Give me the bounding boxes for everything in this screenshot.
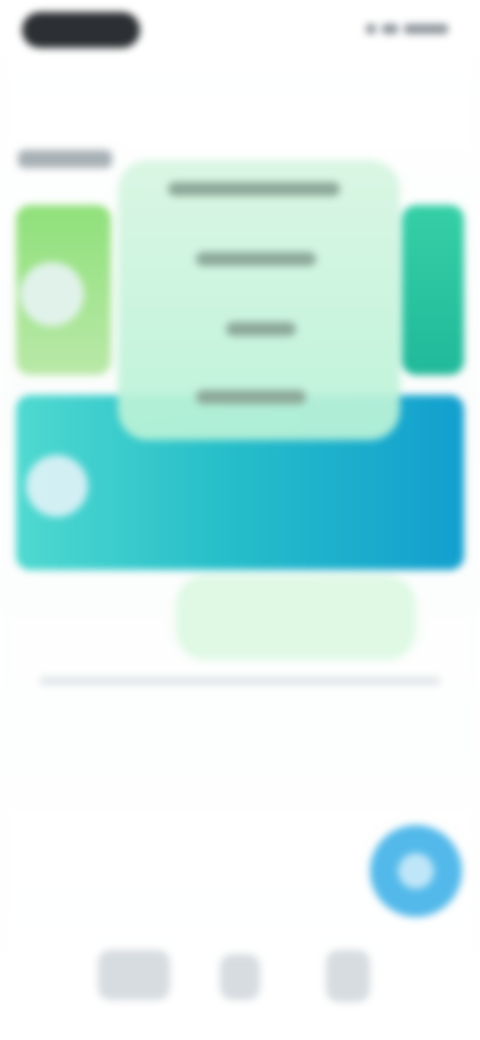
battery-icon: [404, 24, 448, 34]
section-title: [18, 150, 112, 168]
hint-glow: [176, 575, 416, 660]
wifi-icon: [382, 24, 398, 34]
card-right[interactable]: [402, 205, 464, 375]
status-bar: [0, 0, 480, 60]
app-screen: [0, 0, 480, 1040]
status-icons: [358, 22, 448, 36]
circle-icon: [20, 262, 84, 326]
popup-menu: [118, 160, 400, 440]
profile-icon[interactable]: [326, 950, 370, 1002]
menu-item-1[interactable]: [168, 182, 340, 196]
signal-icon: [366, 24, 376, 34]
tab-icon[interactable]: [220, 954, 260, 1000]
circle-icon: [26, 455, 88, 517]
floating-action-button[interactable]: [370, 825, 462, 917]
menu-item-3[interactable]: [226, 322, 296, 336]
status-pill-icon: [22, 12, 140, 48]
menu-item-4[interactable]: [196, 390, 306, 404]
menu-item-2[interactable]: [196, 252, 316, 266]
divider: [40, 678, 440, 684]
home-icon[interactable]: [98, 950, 170, 1000]
bottom-nav: [0, 930, 480, 1040]
circle-icon: [398, 853, 434, 889]
